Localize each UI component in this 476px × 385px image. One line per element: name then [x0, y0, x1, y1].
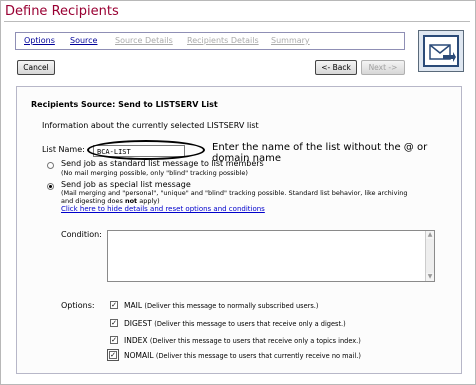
checkbox-mail[interactable]: ✓	[110, 301, 118, 309]
callout-highlight	[87, 140, 205, 160]
subtitle-part-a: and digesting does	[61, 197, 125, 205]
wizard-tab-bar: Options Source Source Details Recipients…	[15, 32, 405, 50]
condition-textarea[interactable]: ▲ ▼	[107, 230, 435, 282]
radio-special-title: Send job as special list message	[61, 180, 191, 189]
option-digest: DIGEST (Deliver this message to users th…	[124, 319, 346, 328]
condition-scrollbar[interactable]: ▲ ▼	[425, 231, 434, 281]
radio-special-list-message[interactable]	[47, 183, 54, 190]
radio-special-subtitle-2: and digesting does not apply)	[61, 197, 160, 205]
hide-details-link[interactable]: Click here to hide details and reset opt…	[61, 205, 265, 213]
subtitle-emphasis: not	[124, 197, 138, 205]
radio-standard-subtitle: (No mail merging possible, only "blind" …	[61, 169, 248, 177]
radio-standard-title: Send job as standard list message to lis…	[61, 159, 264, 168]
tab-recipients-details: Recipients Details	[187, 36, 259, 45]
tab-summary: Summary	[271, 36, 310, 45]
envelope-arrow-icon	[429, 44, 456, 62]
option-mail: MAIL (Deliver this message to normally s…	[124, 301, 318, 310]
next-button: Next ->	[361, 60, 405, 75]
cancel-button[interactable]: Cancel	[17, 60, 55, 75]
title-divider	[4, 21, 470, 22]
option-index-desc: (Deliver this message to users that rece…	[149, 337, 361, 345]
option-digest-desc: (Deliver this message to users that rece…	[154, 320, 346, 328]
option-mail-desc: (Deliver this message to normally subscr…	[144, 302, 319, 310]
option-mail-name: MAIL	[124, 301, 142, 310]
option-nomail-name: NOMAIL	[124, 351, 154, 360]
tab-source[interactable]: Source	[70, 36, 97, 45]
option-digest-name: DIGEST	[124, 319, 152, 328]
wizard-icon-frame	[423, 35, 459, 67]
tab-options[interactable]: Options	[24, 36, 55, 45]
option-index-name: INDEX	[124, 336, 148, 345]
checkbox-index[interactable]: ✓	[110, 336, 118, 344]
tab-source-details: Source Details	[115, 36, 173, 45]
option-nomail: NOMAIL (Deliver this message to users th…	[124, 351, 361, 360]
list-name-label: List Name:	[42, 145, 85, 154]
back-button[interactable]: <- Back	[315, 60, 357, 75]
option-nomail-desc: (Deliver this message to users that curr…	[155, 352, 361, 360]
checkbox-digest[interactable]: ✓	[110, 319, 118, 327]
scroll-up-arrow-icon[interactable]: ▲	[426, 231, 434, 239]
options-label: Options:	[61, 301, 95, 310]
recipients-wizard-icon	[418, 30, 464, 72]
scroll-down-arrow-icon[interactable]: ▼	[426, 273, 434, 281]
section-heading: Recipients Source: Send to LISTSERV List	[31, 100, 218, 109]
list-info-text: Information about the currently selected…	[42, 121, 259, 130]
radio-standard-list-message[interactable]	[47, 162, 54, 169]
radio-special-subtitle-1: (Mail merging and "personal", "unique" a…	[61, 189, 408, 197]
checkbox-nomail[interactable]: ✓	[109, 351, 117, 359]
subtitle-part-c: apply)	[137, 197, 160, 205]
condition-label: Condition:	[61, 230, 102, 239]
option-index: INDEX (Deliver this message to users tha…	[124, 336, 361, 345]
recipients-source-panel: Recipients Source: Send to LISTSERV List…	[16, 86, 462, 374]
page-title: Define Recipients	[5, 4, 119, 19]
